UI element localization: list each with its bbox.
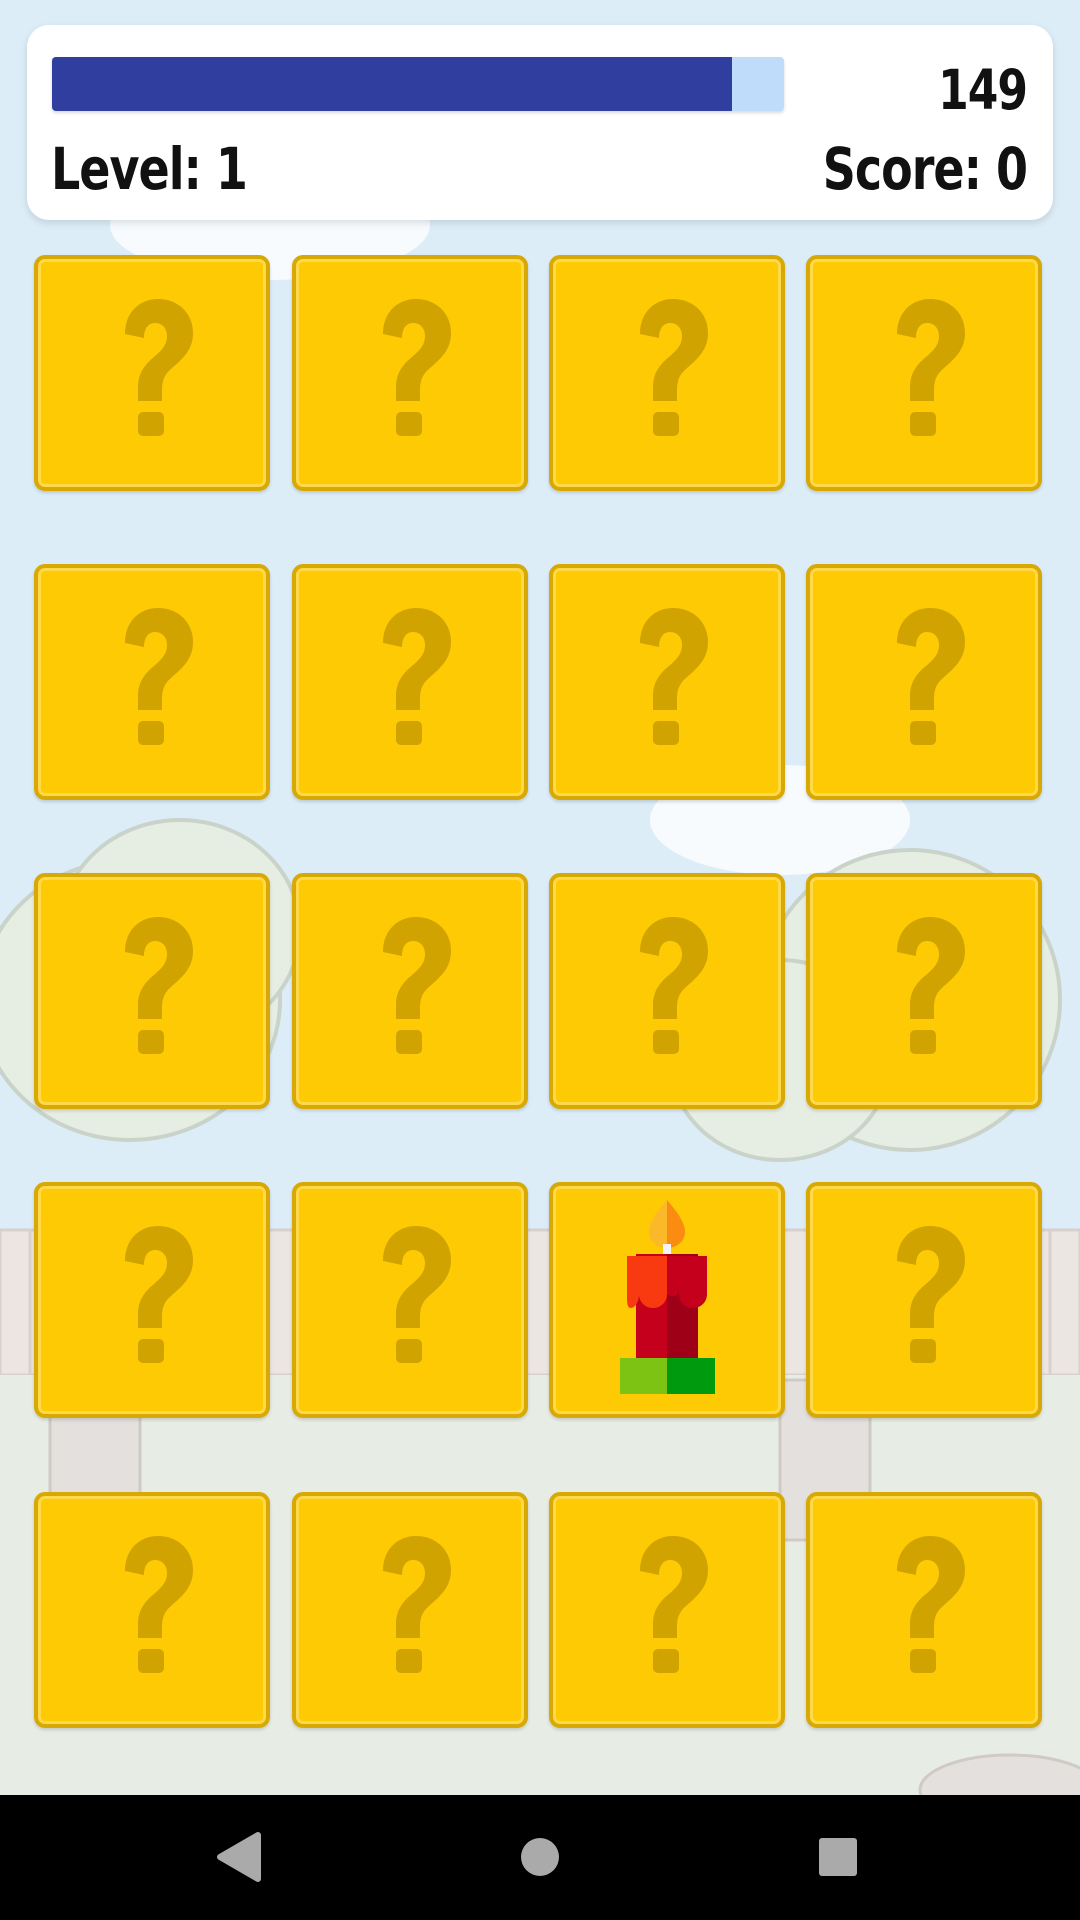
question-mark-icon bbox=[125, 299, 193, 436]
navigation-bar bbox=[0, 1795, 1080, 1920]
score-label: Score: 0 bbox=[822, 135, 1028, 203]
question-mark-icon bbox=[125, 1536, 193, 1673]
card-hidden[interactable] bbox=[34, 255, 270, 491]
question-mark-icon bbox=[897, 917, 965, 1054]
question-mark-icon bbox=[383, 1536, 451, 1673]
question-mark-icon bbox=[897, 1226, 965, 1363]
card-revealed[interactable] bbox=[549, 1182, 785, 1418]
card-hidden[interactable] bbox=[806, 873, 1042, 1109]
question-mark-icon bbox=[125, 1226, 193, 1363]
level-label: Level: 1 bbox=[51, 135, 248, 203]
question-mark-icon bbox=[383, 608, 451, 745]
card-hidden[interactable] bbox=[806, 1182, 1042, 1418]
card-hidden[interactable] bbox=[549, 1492, 785, 1728]
card-hidden[interactable] bbox=[34, 564, 270, 800]
card-hidden[interactable] bbox=[292, 1492, 528, 1728]
card-hidden[interactable] bbox=[292, 1182, 528, 1418]
card-hidden[interactable] bbox=[292, 255, 528, 491]
card-hidden[interactable] bbox=[34, 1492, 270, 1728]
candle-icon bbox=[620, 1200, 715, 1394]
timer-bar-fill bbox=[52, 57, 733, 111]
card-hidden[interactable] bbox=[806, 1492, 1042, 1728]
home-circle-icon bbox=[521, 1838, 559, 1876]
question-mark-icon bbox=[125, 917, 193, 1054]
question-mark-icon bbox=[897, 299, 965, 436]
question-mark-icon bbox=[383, 299, 451, 436]
card-hidden[interactable] bbox=[34, 1182, 270, 1418]
back-triangle-icon bbox=[217, 1832, 261, 1882]
question-mark-icon bbox=[897, 1536, 965, 1673]
hud-panel: 149 Level: 1 Score: 0 bbox=[27, 25, 1053, 220]
card-hidden[interactable] bbox=[806, 255, 1042, 491]
card-hidden[interactable] bbox=[806, 564, 1042, 800]
recents-square-icon bbox=[819, 1838, 857, 1876]
card-hidden[interactable] bbox=[292, 873, 528, 1109]
question-mark-icon bbox=[640, 608, 708, 745]
card-hidden[interactable] bbox=[549, 564, 785, 800]
question-mark-icon bbox=[640, 299, 708, 436]
question-mark-icon bbox=[383, 917, 451, 1054]
time-remaining: 149 bbox=[938, 59, 1028, 123]
card-hidden[interactable] bbox=[549, 873, 785, 1109]
home-button[interactable] bbox=[480, 1795, 600, 1920]
timer-bar bbox=[52, 57, 784, 111]
question-mark-icon bbox=[640, 1536, 708, 1673]
back-button[interactable] bbox=[180, 1795, 300, 1920]
question-mark-icon bbox=[897, 608, 965, 745]
recents-button[interactable] bbox=[778, 1795, 898, 1920]
question-mark-icon bbox=[125, 608, 193, 745]
question-mark-icon bbox=[640, 917, 708, 1054]
card-hidden[interactable] bbox=[292, 564, 528, 800]
card-hidden[interactable] bbox=[549, 255, 785, 491]
question-mark-icon bbox=[383, 1226, 451, 1363]
card-hidden[interactable] bbox=[34, 873, 270, 1109]
